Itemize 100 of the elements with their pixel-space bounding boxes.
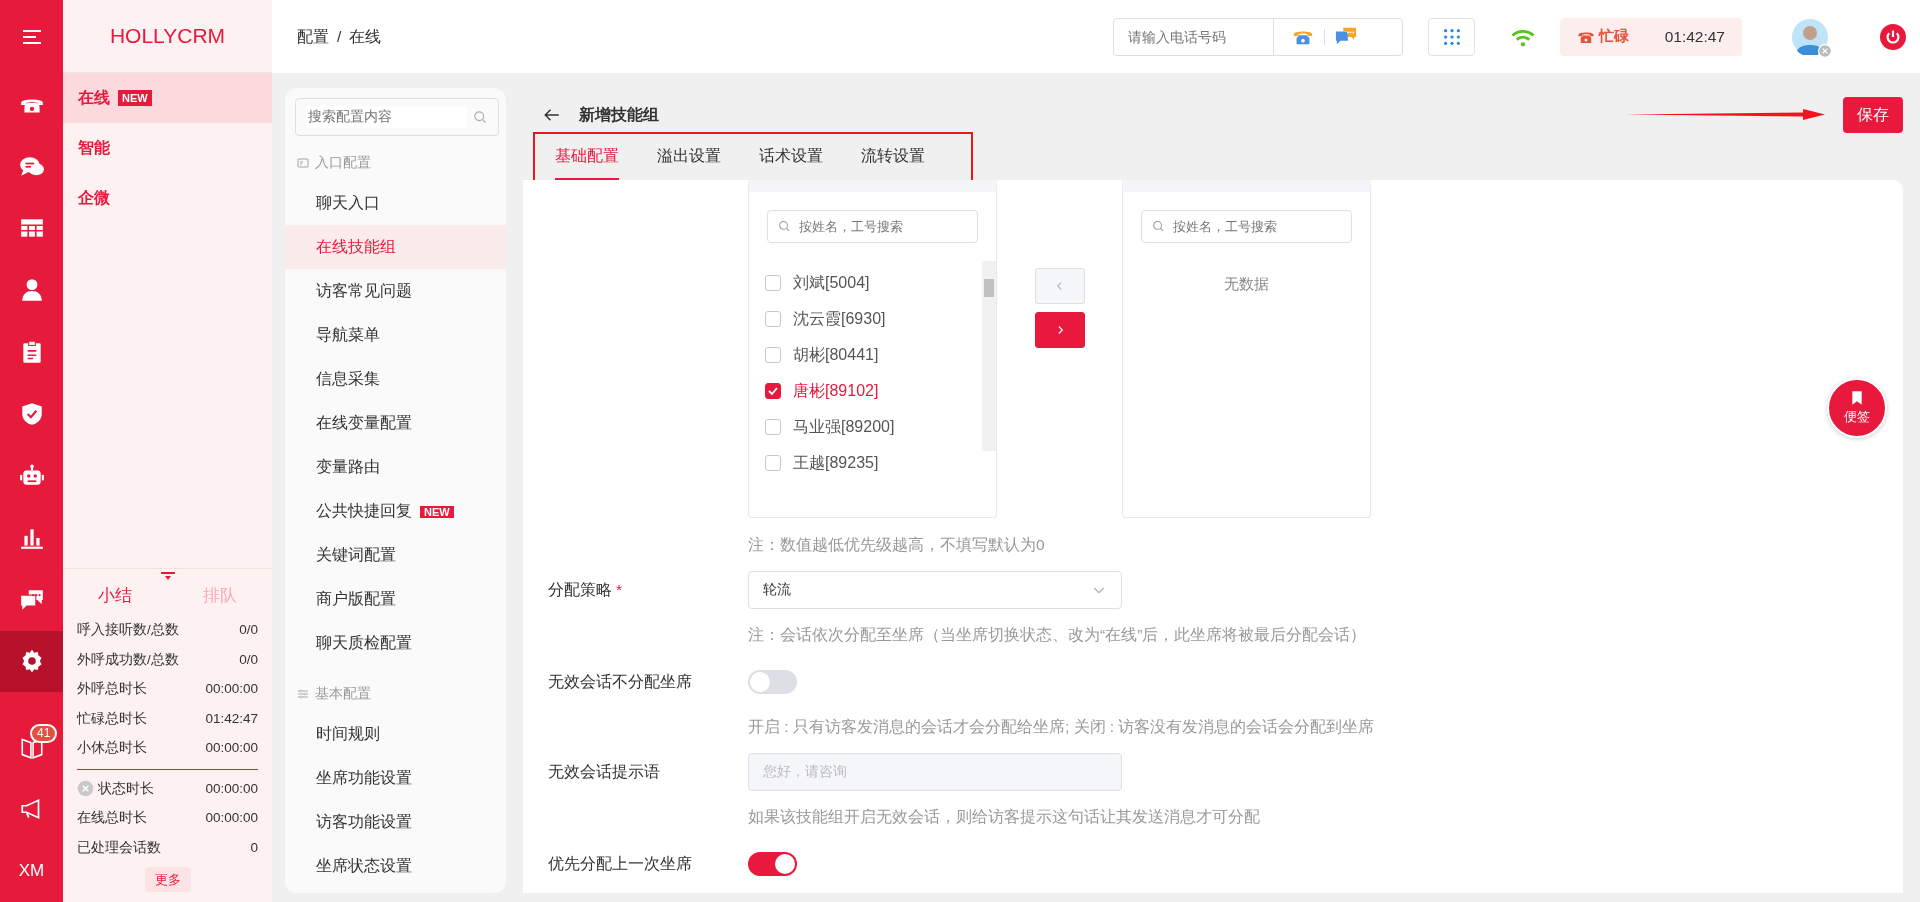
search-icon — [778, 219, 792, 234]
checkbox[interactable] — [765, 275, 781, 291]
config-menu-item[interactable]: 在线变量配置 — [285, 401, 506, 445]
search-icon — [1152, 219, 1166, 234]
empty-text: 无数据 — [1223, 274, 1270, 294]
user-initials[interactable]: XM — [0, 840, 63, 902]
agent-option[interactable]: 马业强[89200] — [749, 409, 982, 445]
sliders-icon — [296, 687, 310, 700]
breadcrumb-separator: / — [337, 26, 342, 47]
stat-label: 外呼总时长 — [77, 680, 147, 699]
stat-label: 已处理会话数 — [77, 838, 161, 857]
count-badge: 41 — [30, 724, 58, 744]
checkbox[interactable] — [765, 455, 781, 471]
checkbox[interactable] — [765, 383, 781, 399]
dialpad-icon — [1441, 26, 1462, 47]
checkbox[interactable] — [765, 419, 781, 435]
avatar-icon — [1792, 18, 1828, 55]
stat-value: 0 — [250, 838, 258, 857]
caret-icon — [160, 572, 175, 582]
rail-button[interactable] — [0, 630, 63, 693]
close-circle-icon — [77, 780, 94, 798]
field-label: 分配策略 — [548, 580, 612, 598]
phone-input[interactable]: 请输入电话号码 — [1114, 18, 1274, 55]
hint-text: 开启 : 只有访客发消息的会话才会分配给坐席; 关闭 : 访客没有发消息的会话会分配到坐席 — [747, 716, 1376, 737]
agent-option[interactable]: 刘斌[5004] — [749, 265, 982, 301]
notes-button[interactable]: 便签 — [1827, 378, 1887, 438]
module-item[interactable]: 在线 NEW — [63, 73, 272, 123]
power-icon — [1880, 23, 1906, 50]
config-search-input[interactable]: 搜索配置内容 — [306, 105, 467, 129]
agent-option[interactable]: 王越[89235] — [749, 445, 982, 481]
new-badge: NEW — [420, 506, 454, 519]
module-item[interactable]: 智能 — [63, 123, 272, 173]
required-mark: * — [616, 580, 623, 598]
stat-label: 小休总时长 — [77, 739, 147, 758]
list-scrollbar[interactable] — [982, 261, 996, 451]
config-menu-item[interactable]: 变量路由 — [285, 445, 506, 489]
config-search-field[interactable]: 搜索配置内容 — [295, 98, 499, 136]
field-label: 无效会话提示语 — [547, 761, 661, 782]
page-title: 新增技能组 — [579, 105, 659, 125]
tab[interactable]: 话术设置 — [759, 134, 823, 180]
checkbox[interactable] — [765, 311, 781, 327]
agent-option[interactable]: 沈云霞[6930] — [749, 301, 982, 337]
config-menu-item[interactable]: 坐席功能设置 — [285, 756, 506, 800]
stat-value: 00:00:00 — [205, 739, 258, 758]
stat-value: 01:42:47 — [205, 709, 258, 728]
config-menu-item[interactable]: 关键词配置 — [285, 533, 506, 577]
target-search-field[interactable]: 按姓名，工号搜索 — [1141, 210, 1352, 243]
stat-value: 0/0 — [239, 621, 258, 640]
hint-text: 注：数值越低优先级越高，不填写默认为0 — [747, 534, 1046, 555]
config-menu-item[interactable]: 在线技能组 — [285, 225, 506, 269]
close-badge-icon — [1818, 43, 1832, 58]
tab[interactable]: 溢出设置 — [657, 134, 721, 180]
timer-text: 01:42:47 — [1664, 26, 1725, 47]
config-menu-item[interactable]: 访客常见问题 — [285, 269, 506, 313]
section-title: 入口配置 — [315, 153, 371, 172]
hint-text: 如果该技能组开启无效会话，则给访客提示这句话让其发送消息才可分配 — [747, 806, 1261, 827]
breadcrumb-item: 在线 — [349, 26, 382, 47]
phone-input-field[interactable]: 请输入电话号码 — [1113, 17, 1403, 56]
config-menu-item[interactable]: 时间规则 — [285, 712, 506, 756]
config-menu-item[interactable]: 导航菜单 — [285, 313, 506, 357]
dialpad-button[interactable] — [1428, 17, 1475, 56]
config-menu-item[interactable]: 信息采集 — [285, 357, 506, 401]
config-menu-item[interactable]: 商户版配置 — [285, 577, 506, 621]
stat-value: 00:00:00 — [205, 779, 258, 798]
checkbox[interactable] — [765, 347, 781, 363]
toggle-switch[interactable] — [748, 669, 797, 694]
logout-button[interactable] — [1880, 23, 1906, 50]
select-field[interactable]: 轮流 — [748, 570, 1122, 609]
config-menu-item[interactable]: 公共快捷回复 NEW — [285, 489, 506, 533]
config-menu-item[interactable]: 聊天入口 — [285, 181, 506, 225]
hint-text: 注：会话依次分配至坐席（当坐席切换状态、改为“在线”后，此坐席将被最后分配会话） — [747, 624, 1368, 645]
stat-label: 在线总时长 — [77, 809, 147, 828]
stat-label: 呼入接听数/总数 — [77, 621, 179, 640]
field-label: 无效会话不分配坐席 — [547, 671, 693, 692]
stat-value: 00:00:00 — [205, 680, 258, 699]
module-item[interactable]: 企微 — [63, 173, 272, 223]
stat-label: 外呼成功数/总数 — [77, 650, 179, 669]
more-button[interactable]: 更多 — [144, 866, 191, 892]
rail-button[interactable]: 41 — [0, 716, 63, 779]
stat-value: 0/0 — [239, 650, 258, 669]
toggle-switch[interactable] — [748, 851, 797, 876]
stat-value: 00:00:00 — [205, 809, 258, 828]
tab[interactable]: 流转设置 — [861, 134, 925, 180]
field-label: 优先分配上一次坐席 — [547, 853, 693, 874]
config-menu-item[interactable]: 聊天质检配置 — [285, 621, 506, 665]
new-badge: NEW — [118, 90, 152, 106]
source-search-field[interactable]: 按姓名，工号搜索 — [767, 210, 978, 243]
stats-tab[interactable]: 小结 — [63, 582, 168, 610]
config-menu-item[interactable]: 坐席状态设置 — [285, 844, 506, 888]
agent-option[interactable]: 胡彬[80441] — [749, 337, 982, 373]
config-menu-item[interactable]: 访客功能设置 — [285, 800, 506, 844]
stat-label: 忙碌总时长 — [77, 709, 147, 728]
input-field[interactable]: 您好，请咨询 — [748, 752, 1122, 791]
agent-option[interactable]: 唐彬[89102] — [749, 373, 982, 409]
stat-label: 状态时长 — [98, 779, 154, 798]
breadcrumb-item[interactable]: 配置 — [297, 24, 329, 49]
card-icon — [296, 156, 310, 169]
save-button[interactable]: 保存 — [1843, 97, 1903, 133]
bookmark-icon — [1849, 389, 1865, 408]
section-title: 基本配置 — [315, 684, 371, 703]
